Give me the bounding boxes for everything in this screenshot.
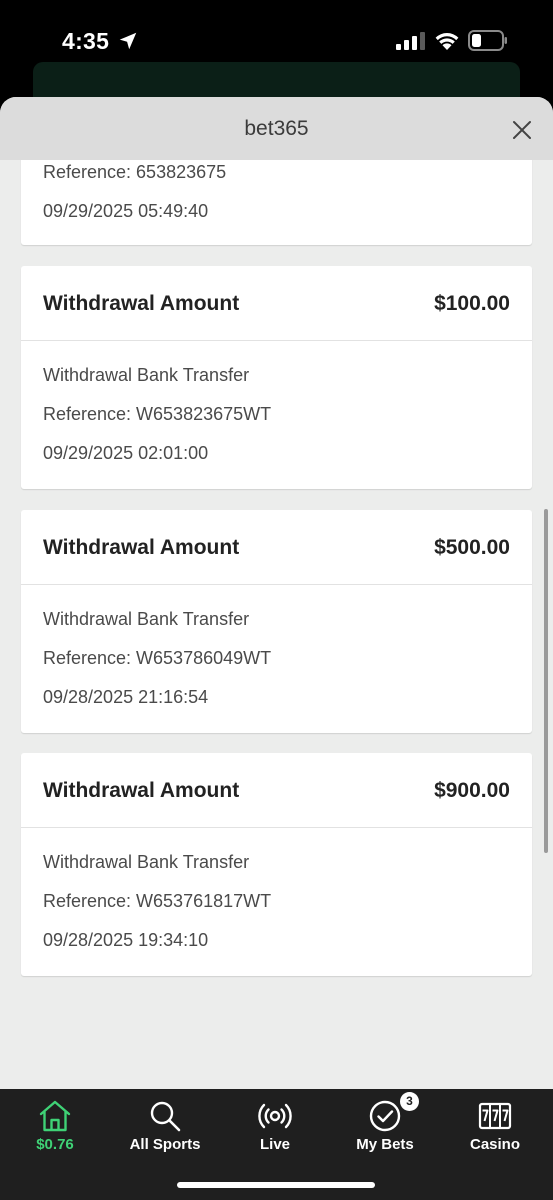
transactions-list[interactable]: Reference: 653823675 09/29/2025 05:49:40… <box>0 160 553 1089</box>
tab-label: Live <box>259 1136 290 1153</box>
transaction-card-header: Withdrawal Amount $100.00 <box>21 266 532 341</box>
transaction-title: Withdrawal Amount <box>43 292 240 315</box>
check-circle-icon <box>369 1100 401 1132</box>
transaction-method: Withdrawal Bank Transfer <box>43 609 250 629</box>
sheet-header: bet365 <box>0 97 553 160</box>
transactions-sheet: bet365 Reference: 653823675 09/29/2025 0… <box>0 97 553 1089</box>
transaction-title: Withdrawal Amount <box>43 779 240 802</box>
sheet-title: bet365 <box>244 117 309 140</box>
slot-machine-icon <box>478 1102 512 1130</box>
home-icon <box>39 1100 71 1132</box>
tab-all-sports[interactable]: All Sports <box>110 1089 220 1169</box>
transaction-amount: $500.00 <box>434 536 510 559</box>
status-time: 4:35 <box>62 28 110 54</box>
tab-label: My Bets <box>356 1136 414 1153</box>
transaction-datetime: 09/28/2025 19:34:10 <box>43 930 209 950</box>
scrollbar[interactable] <box>544 509 548 853</box>
battery-icon <box>468 30 507 51</box>
close-icon[interactable] <box>507 115 537 145</box>
tab-home[interactable]: $0.76 <box>0 1089 110 1169</box>
app-root: 4:35 bet365 Reference: 653823675 09/29/2… <box>0 0 553 1200</box>
transaction-details: Withdrawal Bank Transfer Reference: W653… <box>21 341 532 489</box>
transaction-card-header: Withdrawal Amount $500.00 <box>21 510 532 585</box>
tab-my-bets[interactable]: 3 My Bets <box>330 1089 440 1169</box>
transaction-card: Withdrawal Amount $500.00 Withdrawal Ban… <box>21 510 532 733</box>
transaction-card-partial: Reference: 653823675 09/29/2025 05:49:40 <box>21 160 532 245</box>
tab-label: Casino <box>469 1136 520 1153</box>
bottom-tab-bar: $0.76 All Sports Live 3 My Bets Casino <box>0 1089 553 1200</box>
transaction-title: Withdrawal Amount <box>43 536 240 559</box>
transaction-reference: Reference: W653786049WT <box>43 648 272 668</box>
wifi-icon <box>435 33 459 50</box>
cellular-signal-icon <box>396 32 425 50</box>
search-icon <box>150 1101 181 1132</box>
location-arrow-icon <box>119 32 137 50</box>
transaction-reference: Reference: W653823675WT <box>43 404 272 424</box>
tab-label: All Sports <box>129 1136 201 1153</box>
transaction-reference: Reference: W653761817WT <box>43 891 272 911</box>
my-bets-count-badge: 3 <box>400 1092 419 1111</box>
transaction-datetime: 09/29/2025 05:49:40 <box>43 201 209 221</box>
transaction-reference: Reference: 653823675 <box>43 162 227 182</box>
live-broadcast-icon <box>258 1103 292 1129</box>
transaction-datetime: 09/28/2025 21:16:54 <box>43 687 209 707</box>
transaction-amount: $100.00 <box>434 292 510 315</box>
balance-label: $0.76 <box>36 1136 74 1153</box>
tab-live[interactable]: Live <box>220 1089 330 1169</box>
transaction-datetime: 09/29/2025 02:01:00 <box>43 443 209 463</box>
transaction-details: Withdrawal Bank Transfer Reference: W653… <box>21 585 532 733</box>
transaction-amount: $900.00 <box>434 779 510 802</box>
tab-casino[interactable]: Casino <box>440 1089 550 1169</box>
transaction-method: Withdrawal Bank Transfer <box>43 365 250 385</box>
home-indicator[interactable] <box>177 1182 375 1188</box>
transaction-card-header: Withdrawal Amount $900.00 <box>21 753 532 828</box>
transaction-card: Withdrawal Amount $900.00 Withdrawal Ban… <box>21 753 532 976</box>
transaction-card: Withdrawal Amount $100.00 Withdrawal Ban… <box>21 266 532 489</box>
transaction-method: Withdrawal Bank Transfer <box>43 852 250 872</box>
transaction-details: Withdrawal Bank Transfer Reference: W653… <box>21 828 532 976</box>
